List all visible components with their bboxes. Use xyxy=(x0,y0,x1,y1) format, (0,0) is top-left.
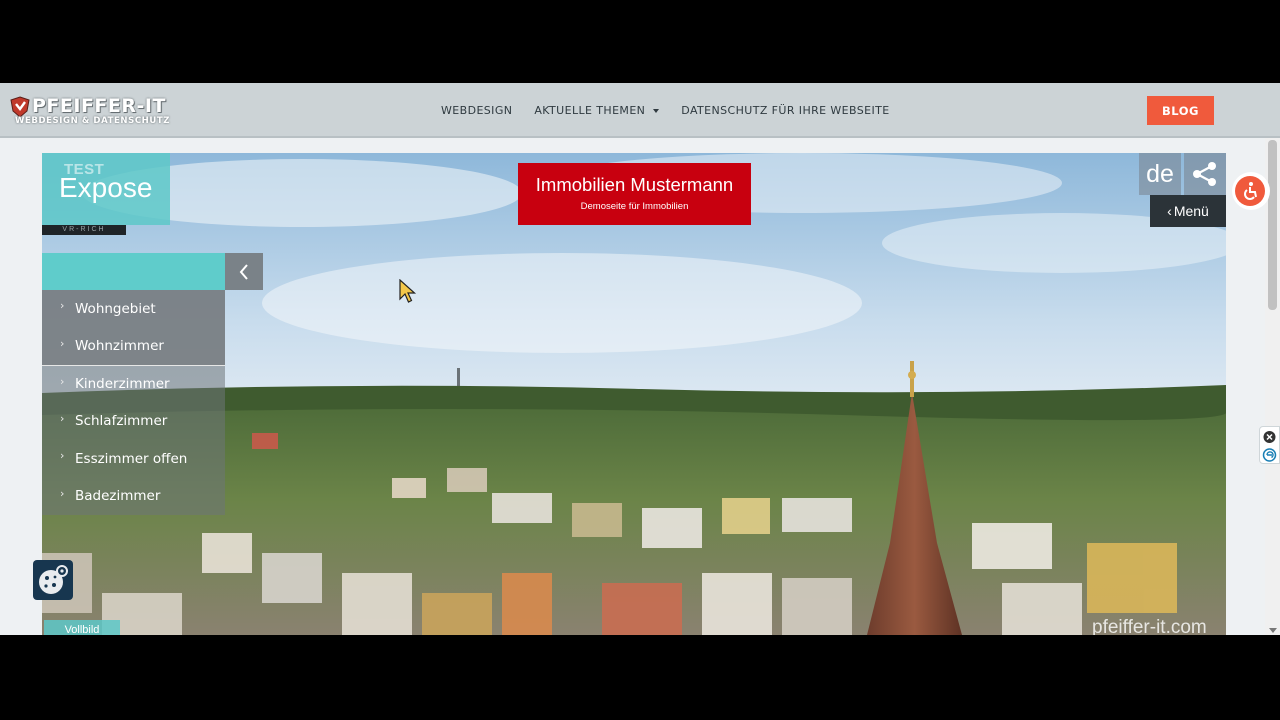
watermark: pfeiffer-it.com xyxy=(1092,617,1207,635)
nav-item-aktuelle-themen[interactable]: AKTUELLE THEMEN xyxy=(534,104,660,117)
nav-item-datenschutz[interactable]: DATENSCHUTZ FÜR IHRE WEBSEITE xyxy=(681,104,889,117)
blog-button[interactable]: BLOG xyxy=(1147,96,1214,125)
share-icon xyxy=(1193,162,1216,186)
room-label: Schlafzimmer xyxy=(75,413,168,430)
nav-item-label: WEBDESIGN xyxy=(441,104,513,117)
room-panel-toggle[interactable] xyxy=(225,253,263,290)
chevron-left-icon: ‹ xyxy=(1167,203,1172,219)
browser-viewport: PFEIFFER-IT WEBDESIGN & DATENSCHUTZ WEBD… xyxy=(0,83,1280,635)
menu-button[interactable]: ‹ Menü xyxy=(1150,195,1226,227)
room-label: Esszimmer offen xyxy=(75,450,188,467)
room-item-badezimmer[interactable]: › Badezimmer xyxy=(42,477,225,515)
room-label: Wohnzimmer xyxy=(75,338,164,355)
main-nav: WEBDESIGN AKTUELLE THEMEN DATENSCHUTZ FÜ… xyxy=(441,83,912,138)
chevron-right-icon: › xyxy=(60,486,65,500)
caret-down-icon xyxy=(653,108,660,113)
room-label: Badezimmer xyxy=(75,488,161,505)
brand-banner[interactable]: Immobilien Mustermann Demoseite für Immo… xyxy=(518,163,751,225)
virtual-tour-viewer[interactable]: Expose TEST VR-RICH Immobilien Musterman… xyxy=(42,153,1226,635)
room-item-kinderzimmer[interactable]: › Kinderzimmer xyxy=(42,365,225,403)
chevron-right-icon: › xyxy=(60,375,65,388)
chevron-right-icon: › xyxy=(60,411,65,425)
menu-label: Menü xyxy=(1173,203,1209,219)
room-item-wohnzimmer[interactable]: › Wohnzimmer xyxy=(42,327,225,365)
room-label: Kinderzimmer xyxy=(75,376,170,393)
brand-subtitle: Demoseite für Immobilien xyxy=(580,201,689,212)
logo-tagline: WEBDESIGN & DATENSCHUTZ xyxy=(15,116,171,126)
close-icon xyxy=(1263,431,1276,443)
share-button[interactable] xyxy=(1184,153,1226,195)
site-header: PFEIFFER-IT WEBDESIGN & DATENSCHUTZ WEBD… xyxy=(0,83,1280,138)
brand-title: Immobilien Mustermann xyxy=(535,174,734,195)
chevron-right-icon: › xyxy=(60,336,65,350)
nav-item-webdesign[interactable]: WEBDESIGN xyxy=(441,104,512,117)
nav-item-label: AKTUELLE THEMEN xyxy=(534,104,646,117)
accessibility-button[interactable] xyxy=(1232,172,1270,210)
logo-name: PFEIFFER-IT xyxy=(32,95,166,117)
room-label: Wohngebiet xyxy=(75,300,156,317)
chevron-right-icon: › xyxy=(60,449,65,462)
scroll-down-arrow-icon[interactable] xyxy=(1269,628,1277,633)
room-item-schlafzimmer[interactable]: › Schlafzimmer xyxy=(42,402,225,440)
cookie-settings-icon xyxy=(39,565,68,594)
vr-logo-test-label: TEST xyxy=(64,161,105,178)
accessibility-icon-wrap xyxy=(1235,176,1265,206)
language-button[interactable]: de xyxy=(1139,153,1181,195)
vr-logo: TEST VR-RICH xyxy=(42,153,126,235)
fullscreen-button[interactable]: Vollbild xyxy=(44,620,120,635)
room-panel-header xyxy=(42,253,225,290)
site-logo[interactable]: PFEIFFER-IT WEBDESIGN & DATENSCHUTZ xyxy=(10,95,180,129)
room-list: › Wohngebiet › Wohnzimmer › Kinderzimmer › S… xyxy=(42,290,225,515)
cookie-settings-button[interactable] xyxy=(33,560,73,600)
chevron-left-icon xyxy=(239,263,248,280)
room-item-wohngebiet[interactable]: › Wohngebiet xyxy=(42,290,225,328)
page-scrollbar[interactable] xyxy=(1265,138,1280,635)
eco-icon xyxy=(1262,448,1277,462)
mouse-cursor-icon xyxy=(399,279,417,303)
logo-shield-icon xyxy=(10,96,30,118)
chevron-right-icon: › xyxy=(60,299,65,312)
accessibility-icon xyxy=(1244,182,1257,200)
scrollbar-thumb[interactable] xyxy=(1268,140,1277,310)
room-item-esszimmer[interactable]: › Esszimmer offen xyxy=(42,440,225,478)
side-widget[interactable] xyxy=(1259,426,1280,464)
nav-item-label: DATENSCHUTZ FÜR IHRE WEBSEITE xyxy=(681,104,890,117)
vr-logo-bar: VR-RICH xyxy=(42,225,126,235)
